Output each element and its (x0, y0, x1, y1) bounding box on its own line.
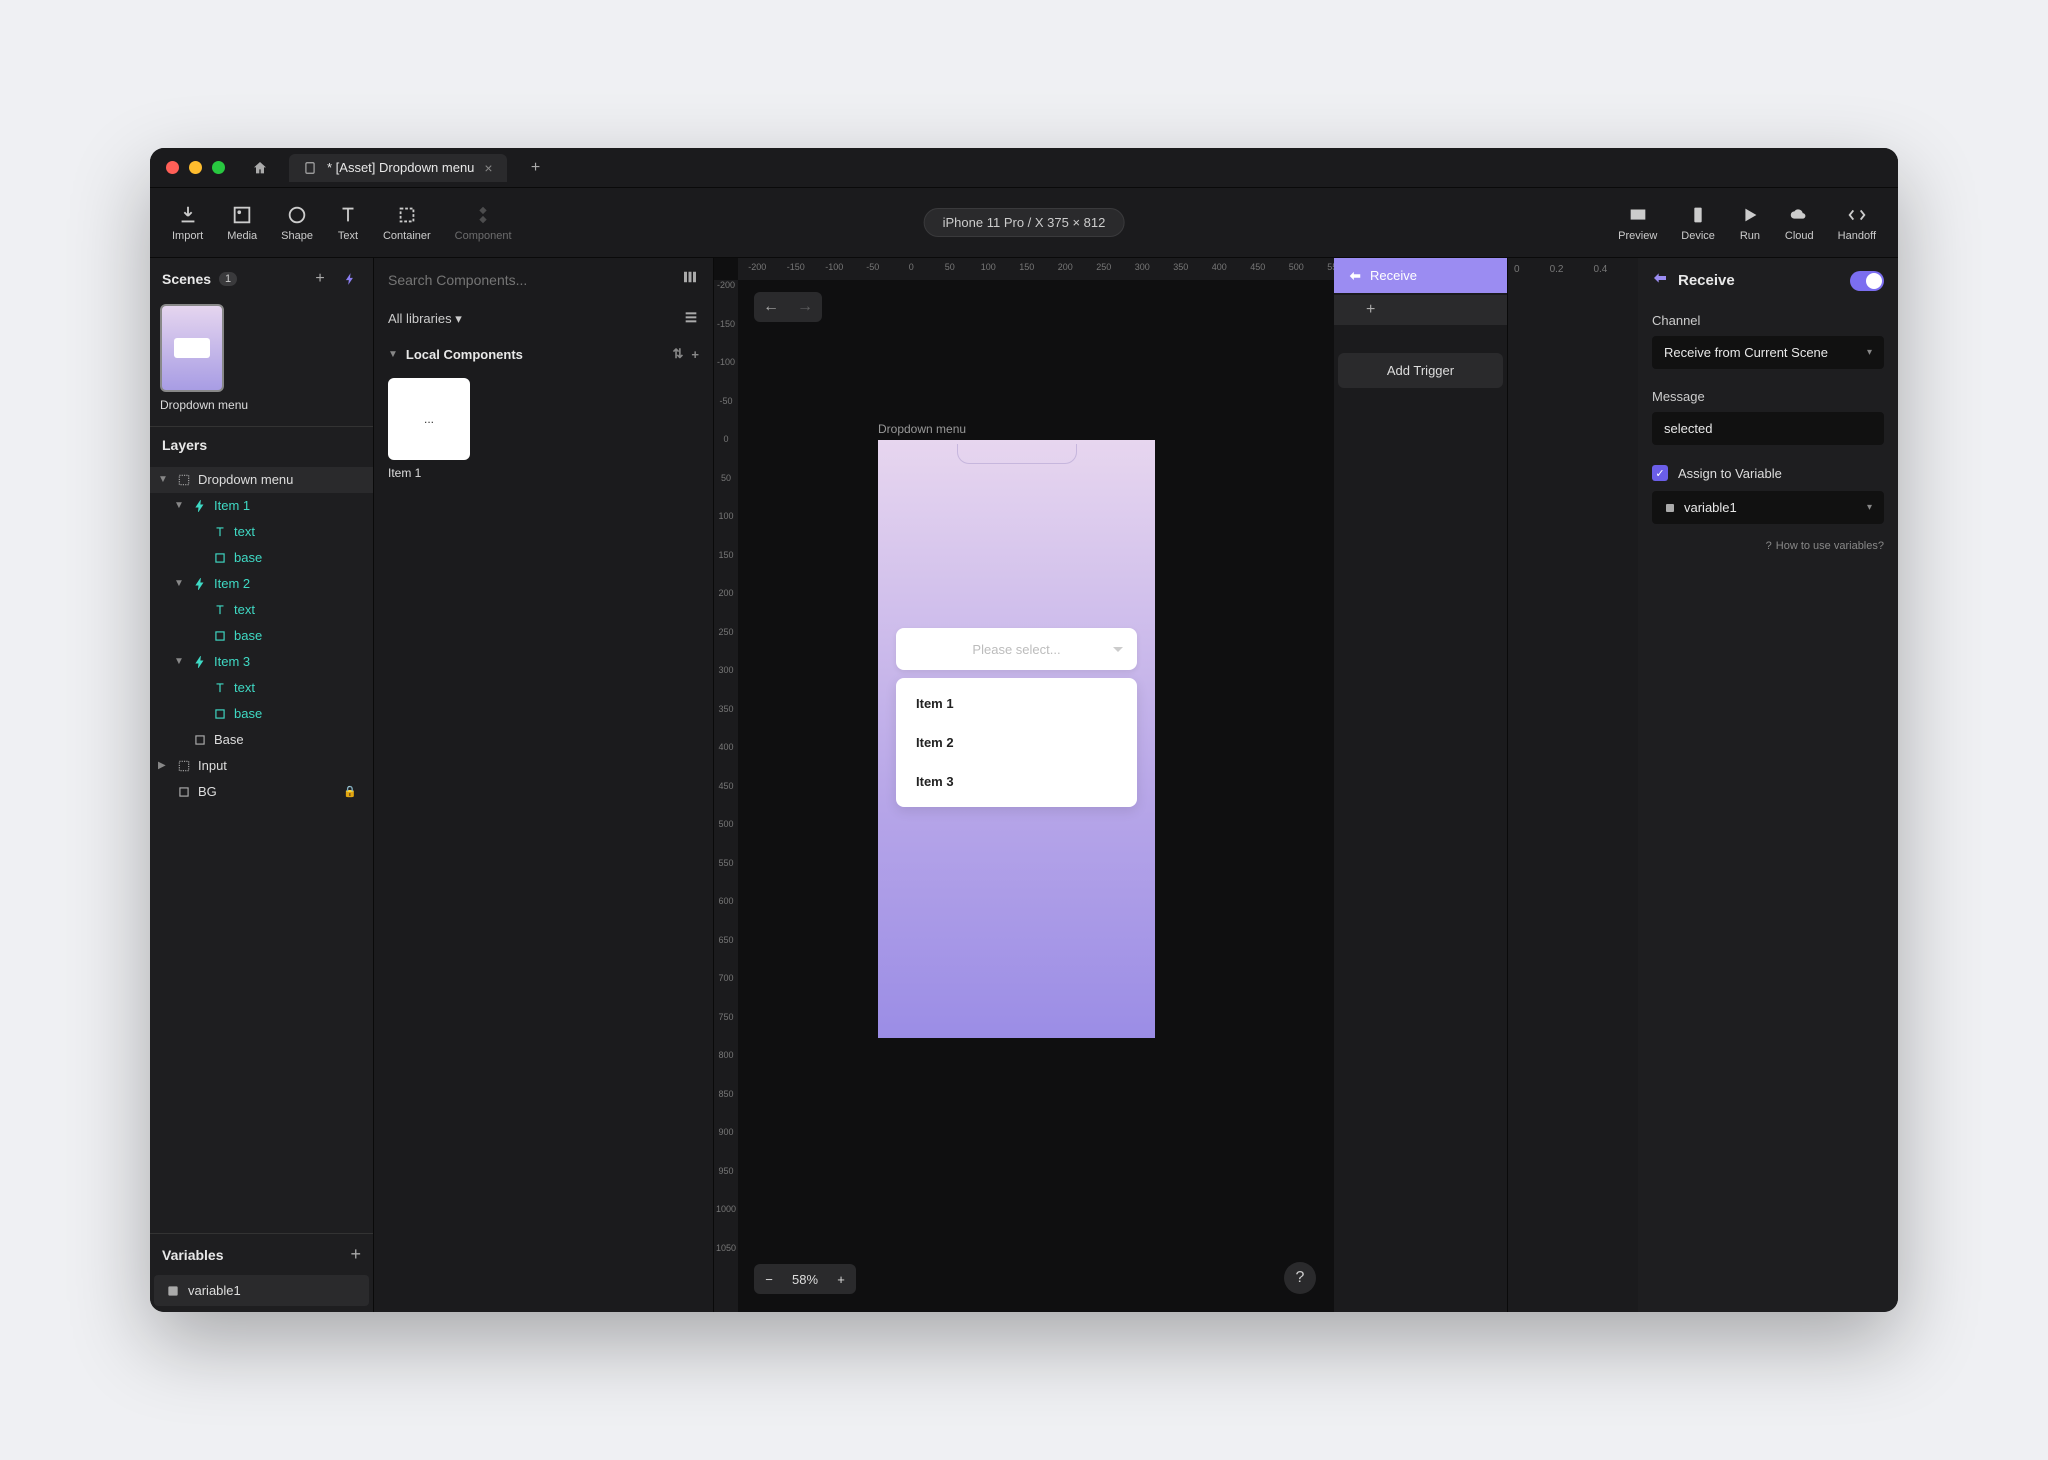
artboard[interactable]: Please select... Item 1 Item 2 Item 3 (878, 440, 1155, 1038)
layer-dropdown-menu[interactable]: ▼Dropdown menu (150, 467, 373, 493)
properties-header: Receive (1638, 258, 1898, 303)
toggle-view-icon[interactable] (681, 268, 699, 291)
zoom-control: − 58% + (754, 1264, 856, 1294)
shape-tool[interactable]: Shape (269, 200, 325, 246)
traffic-lights (166, 161, 225, 174)
bolt-icon[interactable] (339, 268, 361, 290)
layers-tree: ▼Dropdown menu ▼Item 1 text base ▼Item 2… (150, 463, 373, 1233)
component-thumbnail[interactable]: ... Item 1 (388, 378, 699, 480)
scene-thumbnail[interactable] (160, 304, 224, 392)
layer-item-3[interactable]: ▼Item 3 (150, 649, 373, 675)
close-tab-button[interactable]: × (484, 160, 492, 176)
library-selector[interactable]: All libraries ▾ (374, 301, 713, 336)
handoff-button[interactable]: Handoff (1826, 200, 1888, 246)
layer-item-2-base[interactable]: base (150, 623, 373, 649)
zoom-in-button[interactable]: + (826, 1264, 856, 1294)
text-tool[interactable]: Text (325, 200, 371, 246)
tab-title: * [Asset] Dropdown menu (327, 160, 474, 175)
receive-trigger-chip[interactable]: Receive (1334, 258, 1507, 293)
container-tool[interactable]: Container (371, 200, 443, 246)
checkbox-icon: ✓ (1652, 465, 1668, 481)
layer-item-1-text[interactable]: text (150, 519, 373, 545)
layer-input[interactable]: ▶Input (150, 753, 373, 779)
document-tab[interactable]: * [Asset] Dropdown menu × (289, 154, 507, 182)
home-button[interactable] (247, 155, 273, 181)
zoom-value: 58% (784, 1272, 826, 1287)
timeline-ruler: 0 0.2 0.4 (1508, 258, 1638, 1312)
titlebar: * [Asset] Dropdown menu × + (150, 148, 1898, 188)
variable-icon (166, 1284, 180, 1298)
maximize-window-button[interactable] (212, 161, 225, 174)
artboard-label[interactable]: Dropdown menu (878, 422, 966, 436)
local-components-header: ▼ Local Components ⇅ + (374, 336, 713, 372)
cloud-button[interactable]: Cloud (1773, 200, 1826, 246)
toolbar: Import Media Shape Text Container Compon… (150, 188, 1898, 258)
nav-back-button[interactable]: ← (754, 292, 788, 322)
properties-panel: Receive Channel Receive from Current Sce… (1638, 258, 1898, 1312)
device-notch (957, 444, 1077, 464)
sort-icon[interactable]: ⇅ (673, 346, 684, 362)
variables-header: Variables + (150, 1233, 373, 1275)
components-panel: All libraries ▾ ▼ Local Components ⇅ + .… (374, 258, 714, 1312)
layer-base[interactable]: Base (150, 727, 373, 753)
layer-item-1[interactable]: ▼Item 1 (150, 493, 373, 519)
dropdown-item-2[interactable]: Item 2 (896, 723, 1137, 762)
run-button[interactable]: Run (1727, 200, 1773, 246)
add-scene-button[interactable]: + (309, 268, 331, 290)
help-button[interactable]: ? (1284, 1262, 1316, 1294)
message-input[interactable] (1652, 412, 1884, 445)
nav-forward-button[interactable]: → (788, 292, 822, 322)
triggers-panel: Receive + Add Trigger (1334, 258, 1508, 1312)
device-button[interactable]: Device (1669, 200, 1727, 246)
add-variable-button[interactable]: + (350, 1244, 361, 1265)
canvas[interactable]: -200-150-100-500501001502002503003504004… (714, 258, 1334, 1312)
add-sub-action[interactable]: + (1334, 295, 1507, 325)
layer-item-2-text[interactable]: text (150, 597, 373, 623)
add-component-button[interactable]: + (691, 347, 699, 362)
receive-icon (1348, 269, 1362, 283)
left-panel: Scenes 1 + Dropdown menu Layers ▼Dropdow… (150, 258, 374, 1312)
list-view-icon[interactable] (683, 309, 699, 328)
app-window: * [Asset] Dropdown menu × + Import Media… (150, 148, 1898, 1312)
horizontal-ruler: -200-150-100-500501001502002503003504004… (738, 258, 1334, 280)
preview-button[interactable]: Preview (1606, 200, 1669, 246)
component-search-input[interactable] (388, 272, 671, 288)
scenes-header: Scenes 1 + (150, 258, 373, 300)
message-label: Message (1652, 389, 1884, 404)
scene-count-badge: 1 (219, 272, 237, 286)
layer-bg[interactable]: BG🔒 (150, 779, 373, 805)
dropdown-item-1[interactable]: Item 1 (896, 684, 1137, 723)
media-tool[interactable]: Media (215, 200, 269, 246)
layer-item-3-text[interactable]: text (150, 675, 373, 701)
layer-item-1-base[interactable]: base (150, 545, 373, 571)
new-tab-button[interactable]: + (523, 155, 549, 181)
variable-dropdown[interactable]: variable1 (1652, 491, 1884, 524)
nav-arrows: ← → (754, 292, 822, 322)
vertical-ruler: -200-150-100-500501001502002503003504004… (714, 280, 738, 1312)
layer-item-3-base[interactable]: base (150, 701, 373, 727)
channel-dropdown[interactable]: Receive from Current Scene (1652, 336, 1884, 369)
device-selector[interactable]: iPhone 11 Pro / X 375 × 812 (924, 208, 1125, 237)
minimize-window-button[interactable] (189, 161, 202, 174)
enable-toggle[interactable] (1850, 271, 1884, 291)
lock-icon: 🔒 (343, 785, 357, 798)
dropdown-select[interactable]: Please select... (896, 628, 1137, 670)
variable-row[interactable]: variable1 (154, 1275, 369, 1306)
assign-variable-checkbox[interactable]: ✓ Assign to Variable (1638, 455, 1898, 491)
add-trigger-button[interactable]: Add Trigger (1338, 353, 1503, 388)
close-window-button[interactable] (166, 161, 179, 174)
zoom-out-button[interactable]: − (754, 1264, 784, 1294)
variables-help-link[interactable]: ?How to use variables? (1638, 534, 1898, 558)
layers-header: Layers (150, 426, 373, 463)
dropdown-list: Item 1 Item 2 Item 3 (896, 678, 1137, 807)
channel-label: Channel (1652, 313, 1884, 328)
receive-header-icon (1652, 270, 1668, 291)
layer-item-2[interactable]: ▼Item 2 (150, 571, 373, 597)
scene-label: Dropdown menu (160, 398, 363, 414)
dropdown-item-3[interactable]: Item 3 (896, 762, 1137, 801)
import-tool[interactable]: Import (160, 200, 215, 246)
component-tool[interactable]: Component (443, 200, 524, 246)
